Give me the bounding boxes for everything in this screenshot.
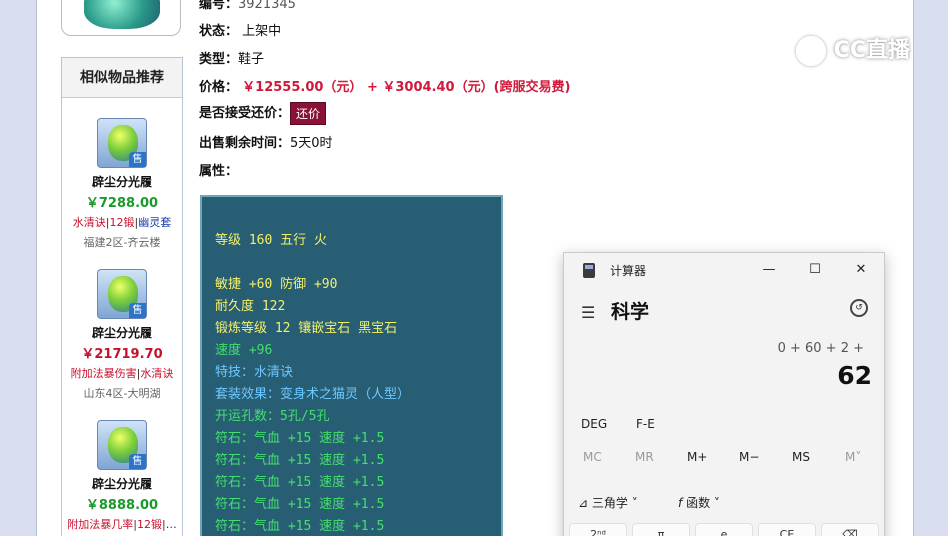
item-name[interactable]: 辟尘分光履 bbox=[62, 173, 182, 190]
attr-line: 套装效果：变身术之猫灵（人型） bbox=[215, 387, 411, 402]
cc-live-watermark: CC直播 bbox=[796, 32, 921, 68]
ce-key[interactable]: CE bbox=[758, 523, 816, 536]
item-status: 状态： 上架中 bbox=[199, 24, 282, 39]
calculator-titlebar[interactable]: 计算器 — ☐ ✕ bbox=[564, 253, 884, 287]
attr-line: 开运孔数：5孔/5孔 bbox=[215, 409, 330, 424]
bargain-row: 是否接受还价： 还价 bbox=[199, 102, 327, 125]
memory-list-button[interactable]: M˅ bbox=[845, 450, 861, 464]
result-display: 62 bbox=[837, 361, 872, 390]
triangle-icon: ⊿ bbox=[578, 496, 589, 510]
hamburger-menu-icon[interactable]: ☰ bbox=[581, 303, 595, 322]
deg-button[interactable]: DEG bbox=[581, 417, 607, 431]
mc-button[interactable]: MC bbox=[583, 450, 602, 464]
backspace-key[interactable]: ⌫ bbox=[821, 523, 879, 536]
function-icon: f bbox=[678, 496, 683, 510]
item-tags: 附加法暴伤害|水清诀 bbox=[70, 367, 174, 380]
item-server: 福建2区-齐云楼 bbox=[83, 236, 161, 249]
item-price: ￥8888.00 bbox=[85, 498, 159, 513]
item-name[interactable]: 辟尘分光履 bbox=[62, 475, 182, 492]
attr-line: 等级 160 五行 火 bbox=[215, 233, 327, 248]
attr-line: 符石：气血 +15 速度 +1.5 bbox=[215, 519, 385, 534]
sale-badge: 售 bbox=[129, 152, 146, 167]
attr-line: 锻炼等级 12 镶嵌宝石 黑宝石 bbox=[215, 321, 398, 336]
item-artwork bbox=[84, 0, 160, 29]
recommended-item[interactable]: 售 辟尘分光履 ￥8888.00 附加法暴几率|12锻|… bbox=[62, 420, 182, 532]
item-type: 类型：鞋子 bbox=[199, 52, 265, 67]
item-tags: 水清诀|12锻|幽灵套 bbox=[72, 216, 172, 229]
trig-dropdown[interactable]: ⊿ 三角学 ˅ bbox=[578, 494, 638, 511]
item-name[interactable]: 辟尘分光履 bbox=[62, 324, 182, 341]
item-code: 编号：3921345 bbox=[199, 0, 296, 12]
item-icon[interactable]: 售 bbox=[97, 269, 147, 319]
item-tags: 附加法暴几率|12锻|… bbox=[67, 518, 177, 531]
m-minus-button[interactable]: M− bbox=[739, 450, 759, 464]
cc-logo-icon bbox=[796, 36, 826, 66]
history-icon[interactable]: ↺ bbox=[850, 299, 868, 317]
close-button[interactable]: ✕ bbox=[846, 257, 876, 283]
bargain-button[interactable]: 还价 bbox=[290, 102, 327, 125]
attributes-label: 属性： bbox=[199, 164, 239, 179]
recommended-item[interactable]: 售 辟尘分光履 ￥7288.00 水清诀|12锻|幽灵套 福建2区-齐云楼 bbox=[62, 118, 182, 250]
sidebar-title: 相似物品推荐 bbox=[62, 58, 182, 98]
minimize-button[interactable]: — bbox=[754, 257, 784, 283]
similar-items-sidebar: 相似物品推荐 售 辟尘分光履 ￥7288.00 水清诀|12锻|幽灵套 福建2区… bbox=[61, 57, 183, 536]
ms-button[interactable]: MS bbox=[792, 450, 810, 464]
attr-line: 特技：水清诀 bbox=[215, 365, 294, 380]
attr-line: 符石：气血 +15 速度 +1.5 bbox=[215, 475, 385, 490]
sale-badge: 售 bbox=[129, 454, 146, 469]
attr-line: 敏捷 +60 防御 +90 bbox=[215, 277, 338, 292]
attr-line: 符石：气血 +15 速度 +1.5 bbox=[215, 453, 385, 468]
calculator-window: 计算器 — ☐ ✕ ☰ 科学 ↺ 0 + 60 + 2 + 62 DEG F-E… bbox=[563, 252, 885, 536]
calculator-app-icon bbox=[583, 263, 595, 278]
attr-line: 符石：气血 +15 速度 +1.5 bbox=[215, 431, 385, 446]
m-plus-button[interactable]: M+ bbox=[687, 450, 707, 464]
item-icon[interactable]: 售 bbox=[97, 420, 147, 470]
item-price: ￥7288.00 bbox=[85, 196, 159, 211]
expression-display: 0 + 60 + 2 + bbox=[777, 341, 864, 356]
item-icon[interactable]: 售 bbox=[97, 118, 147, 168]
item-server: 山东4区-大明湖 bbox=[83, 387, 161, 400]
window-title: 计算器 bbox=[610, 264, 647, 278]
pi-key[interactable]: π bbox=[632, 523, 690, 536]
attr-line: 耐久度 122 bbox=[215, 299, 286, 314]
e-key[interactable]: e bbox=[695, 523, 753, 536]
attr-line: 符石：气血 +15 速度 +1.5 bbox=[215, 497, 385, 512]
maximize-button[interactable]: ☐ bbox=[800, 257, 830, 283]
remaining-time: 出售剩余时间：5天0时 bbox=[199, 136, 333, 151]
keypad-row: 2ⁿᵈ π e CE ⌫ bbox=[569, 523, 881, 536]
function-dropdown[interactable]: f 函数 ˅ bbox=[678, 494, 720, 511]
calculator-mode: 科学 bbox=[611, 301, 650, 323]
second-key[interactable]: 2ⁿᵈ bbox=[569, 523, 627, 536]
item-price: ￥21719.70 bbox=[81, 347, 163, 362]
item-thumbnail bbox=[61, 0, 181, 36]
fe-button[interactable]: F-E bbox=[636, 417, 655, 431]
sale-badge: 售 bbox=[129, 303, 146, 318]
attr-line: 速度 +96 bbox=[215, 343, 273, 358]
attributes-panel: 等级 160 五行 火 敏捷 +60 防御 +90 耐久度 122 锻炼等级 1… bbox=[200, 195, 503, 536]
recommended-item[interactable]: 售 辟尘分光履 ￥21719.70 附加法暴伤害|水清诀 山东4区-大明湖 bbox=[62, 269, 182, 401]
item-price: 价格： ￥12555.00（元） + ￥3004.40（元）(跨服交易费) bbox=[199, 80, 571, 95]
mr-button[interactable]: MR bbox=[635, 450, 654, 464]
